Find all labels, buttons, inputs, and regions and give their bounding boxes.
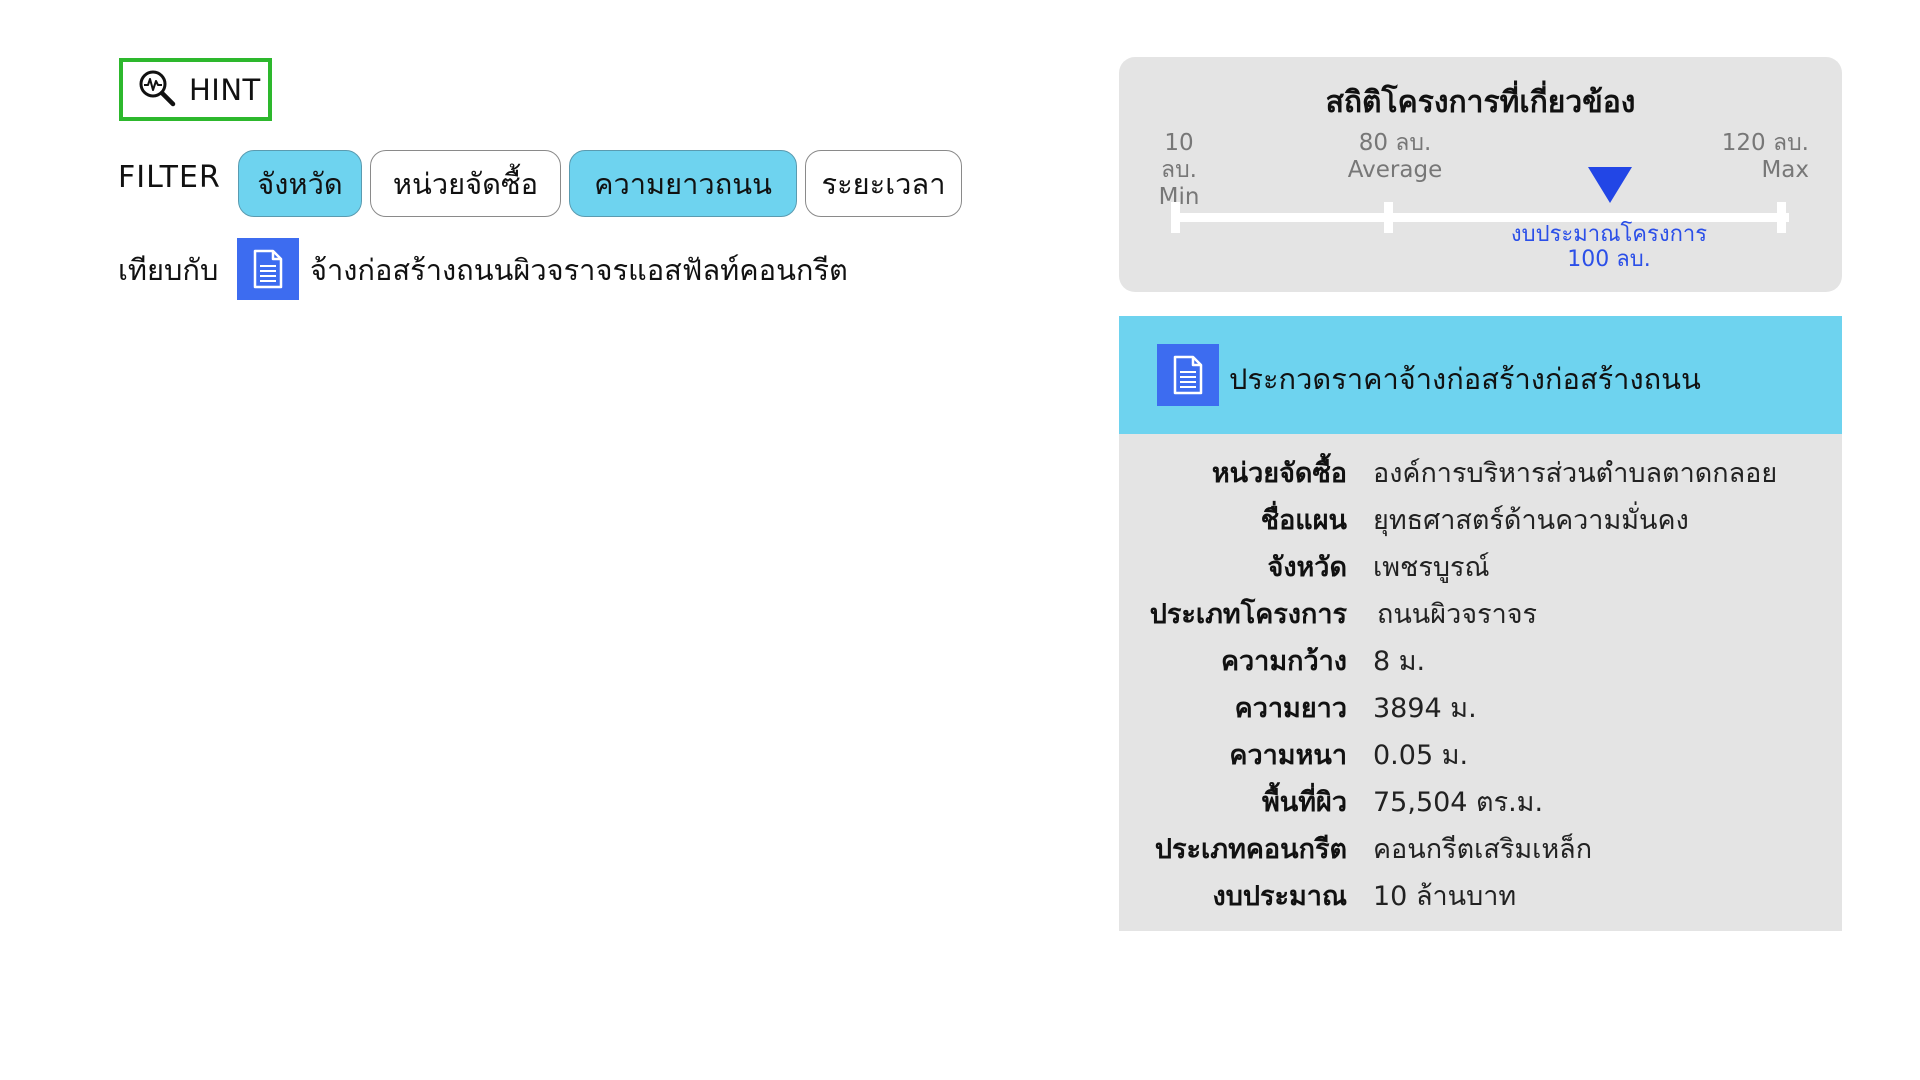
info-value: ถนนผิวจราจร	[1377, 599, 1538, 630]
info-row-concrete-type: ประเภทคอนกรีต คอนกรีตเสริมเหล็ก	[1119, 827, 1842, 867]
compare-label: เทียบกับ	[118, 253, 219, 287]
budget-marker-caption: งบประมาณโครงการ	[1510, 222, 1708, 247]
filter-chip-label: หน่วยจัดซื้อ	[392, 166, 539, 201]
document-icon[interactable]	[237, 238, 299, 300]
stat-max-label: Max	[1761, 157, 1809, 183]
info-row-province: จังหวัด เพชรบูรณ์	[1119, 545, 1842, 585]
info-label: หน่วยจัดซื้อ	[1211, 458, 1347, 489]
project-detail-card: ประกวดราคาจ้างก่อสร้างก่อสร้างถนน หน่วยจ…	[1119, 316, 1842, 931]
page: HINT FILTER จังหวัด หน่วยจัดซื้อ ความยาว…	[0, 0, 1920, 1080]
info-value: ยุทธศาสตร์ด้านความมั่นคง	[1373, 505, 1689, 536]
stats-scale-tick-max	[1777, 202, 1786, 233]
stat-max: 120 ลบ. Max	[1719, 130, 1809, 184]
stats-title: สถิติโครงการที่เกี่ยวข้อง	[1325, 85, 1636, 120]
info-label: ชื่อแผน	[1260, 505, 1347, 536]
info-value: คอนกรีตเสริมเหล็ก	[1373, 834, 1593, 865]
filter-chip-label: จังหวัด	[257, 166, 343, 201]
info-value: เพชรบูรณ์	[1373, 552, 1490, 583]
hint-label: HINT	[189, 72, 261, 107]
budget-marker-label: งบประมาณโครงการ 100 ลบ.	[1489, 222, 1729, 272]
info-row-plan-name: ชื่อแผน ยุทธศาสตร์ด้านความมั่นคง	[1119, 498, 1842, 538]
info-value: 75,504 ตร.ม.	[1373, 787, 1544, 818]
hint-button[interactable]: HINT	[119, 58, 272, 121]
info-row-thickness: ความหนา 0.05 ม.	[1119, 733, 1842, 773]
filter-chip-duration[interactable]: ระยะเวลา	[805, 150, 962, 217]
info-label: งบประมาณ	[1212, 881, 1347, 912]
stat-average-label: Average	[1347, 157, 1443, 183]
info-row-length: ความยาว 3894 ม.	[1119, 686, 1842, 726]
info-row-surface-area: พื้นที่ผิว 75,504 ตร.ม.	[1119, 780, 1842, 820]
stat-max-value: 120 ลบ.	[1721, 130, 1809, 156]
info-row-budget: งบประมาณ 10 ล้านบาท	[1119, 874, 1842, 914]
budget-marker-icon	[1588, 167, 1632, 203]
stat-average-value: 80 ลบ.	[1358, 130, 1432, 156]
info-label: ประเภทคอนกรีต	[1154, 834, 1347, 865]
filter-label: FILTER	[118, 160, 221, 195]
stat-min-value: 10 ลบ.	[1160, 130, 1197, 183]
info-row-width: ความกว้าง 8 ม.	[1119, 639, 1842, 679]
info-label: ความหนา	[1229, 740, 1347, 771]
info-value: 3894 ม.	[1373, 693, 1477, 724]
filter-chip-road-length[interactable]: ความยาวถนน	[569, 150, 797, 217]
info-label: พื้นที่ผิว	[1261, 787, 1347, 818]
info-label: ประเภทโครงการ	[1149, 599, 1347, 630]
info-value: องค์การบริหารส่วนตำบลตาดกลอย	[1373, 458, 1778, 489]
filter-chip-label: ระยะเวลา	[821, 166, 946, 201]
info-value: 0.05 ม.	[1373, 740, 1469, 771]
budget-marker-value: 100 ลบ.	[1567, 247, 1651, 272]
info-label: จังหวัด	[1267, 552, 1348, 583]
stats-scale-line	[1176, 213, 1789, 222]
info-value: 10 ล้านบาท	[1373, 881, 1517, 912]
stats-scale-tick-average	[1384, 202, 1393, 233]
stat-min: 10 ลบ. Min	[1143, 130, 1215, 211]
document-icon	[1157, 344, 1219, 406]
info-row-procurement-unit: หน่วยจัดซื้อ องค์การบริหารส่วนตำบลตาดกลอ…	[1119, 451, 1842, 491]
compare-project-name[interactable]: จ้างก่อสร้างถนนผิวจราจรแอสฟัลท์คอนกรีต	[310, 247, 848, 293]
magnifier-pulse-icon	[137, 68, 177, 112]
info-value: 8 ม.	[1373, 646, 1426, 677]
stats-scale-tick-min	[1171, 202, 1180, 233]
info-label: ความกว้าง	[1220, 646, 1347, 677]
filter-chip-procurement-unit[interactable]: หน่วยจัดซื้อ	[370, 150, 561, 217]
project-detail-header: ประกวดราคาจ้างก่อสร้างก่อสร้างถนน	[1119, 316, 1842, 434]
info-label: ความยาว	[1234, 693, 1347, 724]
info-row-project-type: ประเภทโครงการ ถนนผิวจราจร	[1119, 592, 1842, 632]
filter-chip-label: ความยาวถนน	[594, 166, 772, 201]
filter-chip-province[interactable]: จังหวัด	[238, 150, 362, 217]
stat-average: 80 ลบ. Average	[1335, 130, 1455, 184]
project-detail-title: ประกวดราคาจ้างก่อสร้างก่อสร้างถนน	[1229, 362, 1701, 396]
related-stats-card: สถิติโครงการที่เกี่ยวข้อง 10 ลบ. Min 80 …	[1119, 57, 1842, 292]
